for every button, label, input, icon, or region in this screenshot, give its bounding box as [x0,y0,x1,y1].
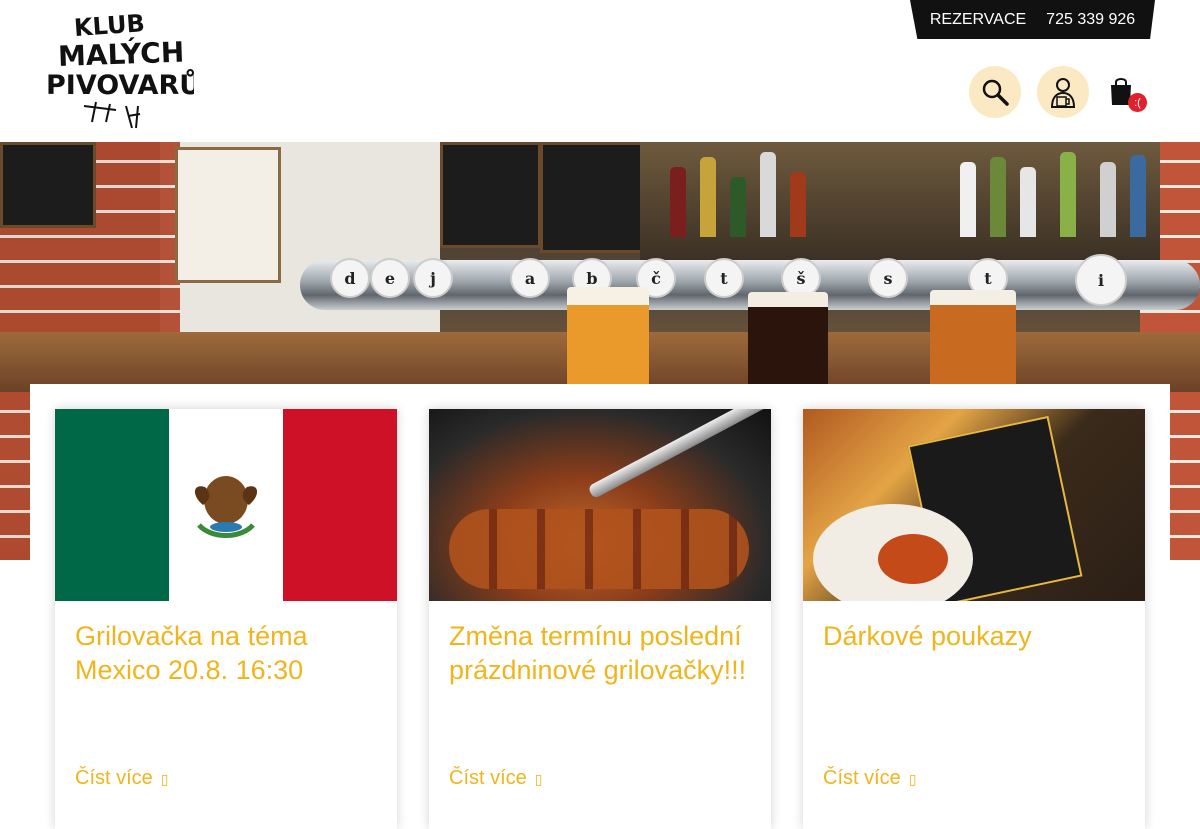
search-icon [982,79,1009,106]
account-button[interactable] [1037,66,1089,118]
tap-handle: i [1075,254,1127,306]
tap-handle: t [704,258,744,298]
read-more-label[interactable]: Číst více [449,767,527,789]
user-icon [1050,78,1076,108]
beer-glass-amber-2 [930,290,1016,390]
tap-handle: a [510,258,550,298]
article-image-vouchers[interactable] [803,409,1145,601]
beer-glass-dark [748,292,828,392]
article-title[interactable]: Změna termínu poslední prázdninové grilo… [449,619,749,687]
tap-handle: s [868,258,908,298]
chalkboard-sign [0,142,96,228]
cart-count-badge: :( [1128,93,1147,112]
logo-line-3: PIVOVARŮ [46,68,194,101]
read-more-label[interactable]: Číst více [75,767,153,789]
beer-menu-board-1 [440,142,541,248]
read-more-link[interactable]: Číst více ▯ [75,767,169,790]
tap-handle: d [330,258,370,298]
framed-map [175,147,281,283]
beer-menu-board-2 [540,142,656,253]
article-card[interactable]: Grilovačka na téma Mexico 20.8. 16:30 Čí… [55,409,397,829]
chevron-right-icon: ▯ [908,771,917,787]
read-more-label[interactable]: Číst více [823,767,901,789]
mexico-coat-of-arms-icon [194,476,258,538]
grill-tongs [587,409,771,500]
tap-handle: j [413,258,453,298]
chevron-right-icon: ▯ [534,771,543,787]
logo-line-2: MALÝCH [57,35,184,73]
article-card[interactable]: Dárkové poukazy Číst více ▯ [803,409,1145,829]
reservation-link[interactable]: REZERVACE [930,11,1026,29]
chevron-right-icon: ▯ [160,771,169,787]
cart-button[interactable]: :( [1108,76,1148,116]
site-header: KLUB MALÝCH PIVOVARŮ REZERVACE 725 339 9… [0,0,1200,142]
tap-handle: e [370,258,410,298]
article-card[interactable]: Změna termínu poslední prázdninové grilo… [429,409,771,829]
top-contact-bar: REZERVACE 725 339 926 [910,0,1155,39]
article-image-grill[interactable] [429,409,771,601]
article-title[interactable]: Grilovačka na téma Mexico 20.8. 16:30 [75,619,375,687]
news-section: Grilovačka na téma Mexico 20.8. 16:30 Čí… [30,384,1170,829]
logo-image: KLUB MALÝCH PIVOVARŮ [46,9,201,129]
article-image-mexico-flag[interactable] [55,409,397,601]
read-more-link[interactable]: Číst více ▯ [823,767,917,790]
phone-link[interactable]: 725 339 926 [1046,11,1135,29]
search-button[interactable] [969,66,1021,118]
site-logo[interactable]: KLUB MALÝCH PIVOVARŮ [44,6,201,132]
beer-glass-amber [567,287,649,387]
article-title[interactable]: Dárkové poukazy [823,619,1123,653]
read-more-link[interactable]: Číst více ▯ [449,767,543,790]
